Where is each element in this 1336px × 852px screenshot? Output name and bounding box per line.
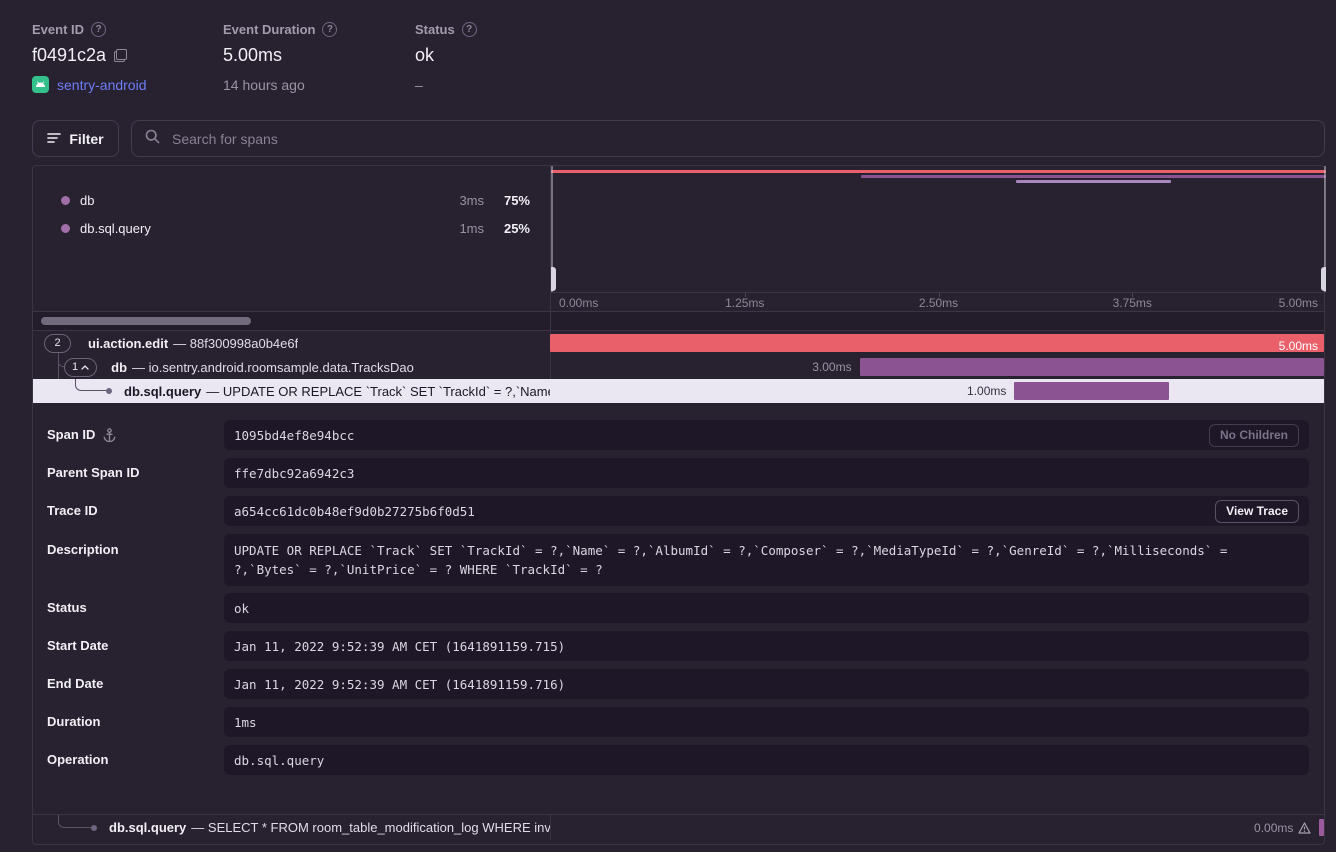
ops-breakdown-row-db[interactable]: db 3ms 75% [61, 186, 530, 214]
span-row-db-sql-query-sibling[interactable]: db.sql.query — SELECT * FROM room_table_… [33, 814, 1324, 840]
anchor-icon[interactable] [103, 428, 116, 442]
op-color-dot [61, 224, 70, 233]
status-detail-value[interactable]: ok [224, 593, 1309, 623]
chevron-up-icon [81, 365, 89, 370]
event-duration-block: Event Duration ? 5.00ms 14 hours ago [223, 22, 337, 93]
minimap-span-line [551, 170, 1326, 173]
span-tree-panel: db 3ms 75% db.sql.query 1ms 25% 0.00ms 1… [32, 165, 1325, 845]
minimap-span-line [1016, 180, 1171, 183]
span-bar[interactable] [1014, 382, 1169, 400]
android-platform-icon [32, 76, 49, 93]
filter-button[interactable]: Filter [32, 120, 119, 157]
ops-breakdown: db 3ms 75% db.sql.query 1ms 25% [33, 166, 550, 311]
axis-tick-label: 0.00ms [559, 296, 598, 310]
search-input[interactable] [170, 130, 1311, 148]
child-count-badge[interactable]: 2 [44, 334, 71, 353]
axis-tick-label: 2.50ms [919, 296, 958, 310]
end-date-value[interactable]: Jan 11, 2022 9:52:39 AM CET (1641891159.… [224, 669, 1309, 699]
operation-value[interactable]: db.sql.query [224, 745, 1309, 775]
op-color-dot [61, 196, 70, 205]
event-id-label: Event ID [32, 22, 84, 37]
trace-id-value[interactable]: a654cc61dc0b48ef9d0b27275b6f0d51 View Tr… [224, 496, 1309, 526]
tree-connector [58, 815, 91, 828]
tree-leaf-dot [91, 825, 97, 831]
event-duration-ago: 14 hours ago [223, 77, 337, 93]
start-date-value[interactable]: Jan 11, 2022 9:52:39 AM CET (1641891159.… [224, 631, 1309, 661]
event-duration-label: Event Duration [223, 22, 315, 37]
span-bar[interactable]: 5.00ms [550, 334, 1324, 352]
span-duration-label: 1.00ms [967, 379, 1006, 403]
span-duration-label: 0.00ms [1254, 816, 1311, 840]
horizontal-scrollbar[interactable] [41, 317, 251, 325]
warning-icon [1298, 818, 1311, 842]
minimap-drag-handle-right[interactable] [1321, 267, 1326, 291]
minimap-span-line [861, 175, 1326, 178]
ops-breakdown-row-db-sql-query[interactable]: db.sql.query 1ms 25% [61, 214, 530, 242]
help-icon[interactable]: ? [322, 22, 337, 37]
span-id-value[interactable]: 1095bd4ef8e94bcc No Children [224, 420, 1309, 450]
axis-tick-label: 3.75ms [1113, 296, 1152, 310]
axis-tick-label: 5.00ms [1279, 296, 1318, 310]
copy-icon[interactable] [114, 49, 127, 62]
filter-lines-icon [47, 131, 61, 147]
tree-leaf-dot [106, 388, 112, 394]
no-children-button[interactable]: No Children [1209, 424, 1299, 447]
status-label: Status [415, 22, 455, 37]
event-duration-value: 5.00ms [223, 45, 337, 66]
description-value[interactable]: UPDATE OR REPLACE `Track` SET `TrackId` … [224, 534, 1309, 586]
status-value: ok [415, 45, 477, 66]
search-icon [145, 129, 160, 149]
filter-button-label: Filter [69, 131, 103, 147]
axis-tick-label: 1.25ms [725, 296, 764, 310]
help-icon[interactable]: ? [91, 22, 106, 37]
tree-connector [75, 379, 106, 391]
collapse-badge[interactable]: 1 [64, 358, 97, 377]
help-icon[interactable]: ? [462, 22, 477, 37]
span-row-ui-action-edit[interactable]: 2 ui.action.edit — 88f300998a0b4e6f 5.00… [33, 331, 1324, 355]
trace-minimap[interactable] [551, 166, 1326, 292]
status-block: Status ? ok – [415, 22, 477, 93]
view-trace-button[interactable]: View Trace [1215, 500, 1299, 523]
minimap-drag-handle-left[interactable] [551, 267, 556, 291]
project-link[interactable]: sentry-android [57, 77, 147, 93]
event-id-value: f0491c2a [32, 45, 106, 66]
status-subtext: – [415, 77, 477, 93]
span-search-bar[interactable] [131, 120, 1325, 157]
parent-span-id-value[interactable]: ffe7dbc92a6942c3 [224, 458, 1309, 488]
duration-value[interactable]: 1ms [224, 707, 1309, 737]
span-row-db-sql-query-selected[interactable]: db.sql.query — UPDATE OR REPLACE `Track`… [33, 379, 1324, 403]
tree-scroll-strip [33, 311, 1324, 331]
time-axis: 0.00ms 1.25ms 2.50ms 3.75ms 5.00ms [551, 292, 1326, 311]
span-row-db[interactable]: 1 db — io.sentry.android.roomsample.data… [33, 355, 1324, 379]
event-id-block: Event ID ? f0491c2a sentry-android [32, 22, 147, 93]
span-duration-label: 3.00ms [812, 355, 851, 379]
span-bar[interactable] [1319, 819, 1324, 836]
span-bar[interactable] [860, 358, 1324, 376]
